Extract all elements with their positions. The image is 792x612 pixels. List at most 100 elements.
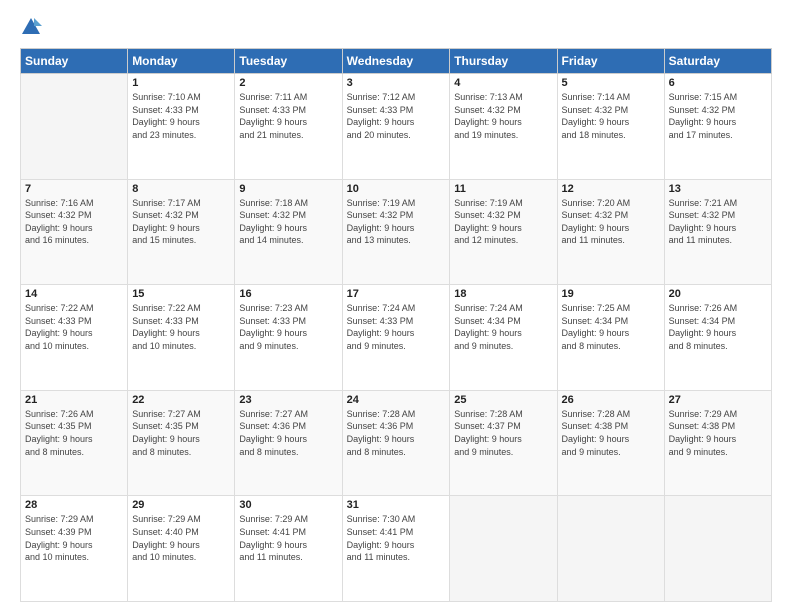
day-number: 30 — [239, 499, 337, 511]
calendar-cell: 4 Sunrise: 7:13 AM Sunset: 4:32 PM Daylig… — [450, 74, 557, 180]
calendar-dow-tuesday: Tuesday — [235, 49, 342, 74]
day-number: 25 — [454, 394, 552, 406]
day-number: 28 — [25, 499, 123, 511]
day-info: Sunrise: 7:28 AM Sunset: 4:36 PM Dayligh… — [347, 408, 446, 458]
day-number: 2 — [239, 77, 337, 89]
day-info: Sunrise: 7:24 AM Sunset: 4:33 PM Dayligh… — [347, 302, 446, 352]
day-number: 18 — [454, 288, 552, 300]
calendar-cell: 1Sunrise: 7:10 AM Sunset: 4:33 PM Daylig… — [128, 74, 235, 180]
calendar-dow-sunday: Sunday — [21, 49, 128, 74]
calendar-cell: 10 Sunrise: 7:19 AM Sunset: 4:32 PM Dayli… — [342, 179, 450, 285]
calendar-dow-wednesday: Wednesday — [342, 49, 450, 74]
calendar-cell: 15 Sunrise: 7:22 AM Sunset: 4:33 PM Dayli… — [128, 285, 235, 391]
calendar-cell — [21, 74, 128, 180]
day-info: Sunrise: 7:16 AM Sunset: 4:32 PM Dayligh… — [25, 197, 123, 247]
day-number: 24 — [347, 394, 446, 406]
day-info: Sunrise: 7:27 AM Sunset: 4:36 PM Dayligh… — [239, 408, 337, 458]
day-info: Sunrise: 7:22 AM Sunset: 4:33 PM Dayligh… — [25, 302, 123, 352]
day-info: Sunrise: 7:19 AM Sunset: 4:32 PM Dayligh… — [454, 197, 552, 247]
calendar-cell — [450, 496, 557, 602]
day-info: Sunrise: 7:20 AM Sunset: 4:32 PM Dayligh… — [562, 197, 660, 247]
calendar-cell: 6 Sunrise: 7:15 AM Sunset: 4:32 PM Daylig… — [664, 74, 771, 180]
logo — [20, 16, 44, 38]
calendar-week-2: 7Sunrise: 7:16 AM Sunset: 4:32 PM Daylig… — [21, 179, 772, 285]
day-info: Sunrise: 7:25 AM Sunset: 4:34 PM Dayligh… — [562, 302, 660, 352]
day-number: 15 — [132, 288, 230, 300]
day-info: Sunrise: 7:26 AM Sunset: 4:35 PM Dayligh… — [25, 408, 123, 458]
calendar-cell: 27 Sunrise: 7:29 AM Sunset: 4:38 PM Dayli… — [664, 390, 771, 496]
calendar-cell: 31Sunrise: 7:30 AM Sunset: 4:41 PM Dayli… — [342, 496, 450, 602]
day-info: Sunrise: 7:19 AM Sunset: 4:32 PM Dayligh… — [347, 197, 446, 247]
day-number: 6 — [669, 77, 767, 89]
day-info: Sunrise: 7:21 AM Sunset: 4:32 PM Dayligh… — [669, 197, 767, 247]
calendar-cell: 25 Sunrise: 7:28 AM Sunset: 4:37 PM Dayli… — [450, 390, 557, 496]
day-info: Sunrise: 7:11 AM Sunset: 4:33 PM Dayligh… — [239, 91, 337, 141]
calendar-cell — [557, 496, 664, 602]
day-info: Sunrise: 7:15 AM Sunset: 4:32 PM Dayligh… — [669, 91, 767, 141]
day-info: Sunrise: 7:26 AM Sunset: 4:34 PM Dayligh… — [669, 302, 767, 352]
day-number: 31 — [347, 499, 446, 511]
calendar-week-5: 28 Sunrise: 7:29 AM Sunset: 4:39 PM Dayli… — [21, 496, 772, 602]
calendar-cell: 24 Sunrise: 7:28 AM Sunset: 4:36 PM Dayli… — [342, 390, 450, 496]
calendar-cell: 28 Sunrise: 7:29 AM Sunset: 4:39 PM Dayli… — [21, 496, 128, 602]
calendar-cell: 9 Sunrise: 7:18 AM Sunset: 4:32 PM Daylig… — [235, 179, 342, 285]
calendar-header-row: SundayMondayTuesdayWednesdayThursdayFrid… — [21, 49, 772, 74]
calendar-week-1: 1Sunrise: 7:10 AM Sunset: 4:33 PM Daylig… — [21, 74, 772, 180]
day-number: 29 — [132, 499, 230, 511]
calendar-cell: 8Sunrise: 7:17 AM Sunset: 4:32 PM Daylig… — [128, 179, 235, 285]
calendar-cell: 19Sunrise: 7:25 AM Sunset: 4:34 PM Dayli… — [557, 285, 664, 391]
day-number: 21 — [25, 394, 123, 406]
calendar-cell: 23Sunrise: 7:27 AM Sunset: 4:36 PM Dayli… — [235, 390, 342, 496]
calendar-dow-saturday: Saturday — [664, 49, 771, 74]
day-number: 11 — [454, 183, 552, 195]
day-number: 26 — [562, 394, 660, 406]
day-number: 8 — [132, 183, 230, 195]
calendar-cell: 22 Sunrise: 7:27 AM Sunset: 4:35 PM Dayli… — [128, 390, 235, 496]
day-info: Sunrise: 7:29 AM Sunset: 4:41 PM Dayligh… — [239, 513, 337, 563]
calendar-cell: 26 Sunrise: 7:28 AM Sunset: 4:38 PM Dayli… — [557, 390, 664, 496]
calendar-cell: 7Sunrise: 7:16 AM Sunset: 4:32 PM Daylig… — [21, 179, 128, 285]
calendar-week-3: 14 Sunrise: 7:22 AM Sunset: 4:33 PM Dayli… — [21, 285, 772, 391]
day-number: 13 — [669, 183, 767, 195]
day-info: Sunrise: 7:28 AM Sunset: 4:38 PM Dayligh… — [562, 408, 660, 458]
day-info: Sunrise: 7:29 AM Sunset: 4:40 PM Dayligh… — [132, 513, 230, 563]
day-number: 14 — [25, 288, 123, 300]
calendar-cell: 18 Sunrise: 7:24 AM Sunset: 4:34 PM Dayli… — [450, 285, 557, 391]
calendar-cell: 13 Sunrise: 7:21 AM Sunset: 4:32 PM Dayli… — [664, 179, 771, 285]
calendar-cell: 2 Sunrise: 7:11 AM Sunset: 4:33 PM Daylig… — [235, 74, 342, 180]
day-number: 10 — [347, 183, 446, 195]
logo-icon — [20, 16, 42, 38]
day-info: Sunrise: 7:27 AM Sunset: 4:35 PM Dayligh… — [132, 408, 230, 458]
calendar-cell — [664, 496, 771, 602]
calendar-table: SundayMondayTuesdayWednesdayThursdayFrid… — [20, 48, 772, 602]
day-info: Sunrise: 7:12 AM Sunset: 4:33 PM Dayligh… — [347, 91, 446, 141]
day-number: 5 — [562, 77, 660, 89]
day-info: Sunrise: 7:10 AM Sunset: 4:33 PM Dayligh… — [132, 91, 230, 141]
day-info: Sunrise: 7:29 AM Sunset: 4:38 PM Dayligh… — [669, 408, 767, 458]
calendar-cell: 16 Sunrise: 7:23 AM Sunset: 4:33 PM Dayli… — [235, 285, 342, 391]
calendar-week-4: 21 Sunrise: 7:26 AM Sunset: 4:35 PM Dayli… — [21, 390, 772, 496]
calendar-cell: 11 Sunrise: 7:19 AM Sunset: 4:32 PM Dayli… — [450, 179, 557, 285]
day-info: Sunrise: 7:24 AM Sunset: 4:34 PM Dayligh… — [454, 302, 552, 352]
day-info: Sunrise: 7:18 AM Sunset: 4:32 PM Dayligh… — [239, 197, 337, 247]
day-info: Sunrise: 7:13 AM Sunset: 4:32 PM Dayligh… — [454, 91, 552, 141]
day-number: 9 — [239, 183, 337, 195]
day-info: Sunrise: 7:28 AM Sunset: 4:37 PM Dayligh… — [454, 408, 552, 458]
calendar-cell: 3Sunrise: 7:12 AM Sunset: 4:33 PM Daylig… — [342, 74, 450, 180]
day-info: Sunrise: 7:23 AM Sunset: 4:33 PM Dayligh… — [239, 302, 337, 352]
day-number: 16 — [239, 288, 337, 300]
day-number: 20 — [669, 288, 767, 300]
calendar-cell: 12 Sunrise: 7:20 AM Sunset: 4:32 PM Dayli… — [557, 179, 664, 285]
day-info: Sunrise: 7:22 AM Sunset: 4:33 PM Dayligh… — [132, 302, 230, 352]
calendar-cell: 21 Sunrise: 7:26 AM Sunset: 4:35 PM Dayli… — [21, 390, 128, 496]
day-number: 22 — [132, 394, 230, 406]
day-number: 12 — [562, 183, 660, 195]
day-number: 4 — [454, 77, 552, 89]
calendar-cell: 17Sunrise: 7:24 AM Sunset: 4:33 PM Dayli… — [342, 285, 450, 391]
calendar-dow-monday: Monday — [128, 49, 235, 74]
header — [20, 16, 772, 38]
day-info: Sunrise: 7:29 AM Sunset: 4:39 PM Dayligh… — [25, 513, 123, 563]
calendar-cell: 14 Sunrise: 7:22 AM Sunset: 4:33 PM Dayli… — [21, 285, 128, 391]
calendar-cell: 30 Sunrise: 7:29 AM Sunset: 4:41 PM Dayli… — [235, 496, 342, 602]
day-number: 27 — [669, 394, 767, 406]
